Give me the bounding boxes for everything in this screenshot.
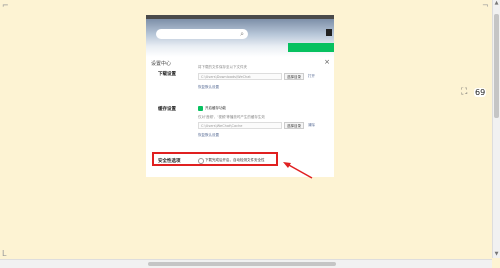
horizontal-scrollbar[interactable] bbox=[0, 259, 492, 268]
search-icon: ⌕ bbox=[240, 30, 244, 38]
cache-change-folder-button[interactable]: 选择目录 bbox=[284, 122, 304, 129]
cache-path-field[interactable]: C:\Users\WeChat\Cache bbox=[198, 122, 282, 129]
zoom-level: 69 bbox=[474, 88, 487, 97]
app-banner: ⌕ bbox=[146, 19, 334, 57]
download-hint: 将下载的文件保存至以下文件夹 bbox=[198, 65, 247, 69]
cache-hint: 仅对'音频'，'视频'等播放时产生的缓存生效 bbox=[198, 115, 265, 119]
cache-enable-checkbox[interactable] bbox=[198, 106, 203, 111]
corner-mark-top-left: ⌐ bbox=[2, 1, 9, 10]
cache-enable-label: 开启缓存功能 bbox=[205, 106, 226, 110]
close-icon[interactable]: × bbox=[324, 58, 330, 66]
corner-mark-top-right: ¬ bbox=[482, 1, 489, 10]
download-settings-label: 下载设置 bbox=[158, 72, 176, 77]
scroll-up-arrow[interactable]: ▲ bbox=[493, 0, 500, 7]
zoom-icon[interactable]: ⛶ bbox=[461, 87, 467, 97]
download-default-link[interactable]: 恢复默认设置 bbox=[198, 85, 219, 90]
highlight-box bbox=[152, 152, 278, 166]
settings-title: 设置中心 bbox=[151, 61, 172, 67]
download-change-folder-button[interactable]: 选择目录 bbox=[284, 73, 304, 80]
download-path-field[interactable]: C:\Users\Downloads\WeChat bbox=[198, 73, 282, 80]
app-badge-icon bbox=[326, 29, 332, 36]
cache-clear-link[interactable]: 清除 bbox=[308, 123, 315, 128]
green-action-button[interactable] bbox=[288, 43, 334, 52]
download-open-link[interactable]: 打开 bbox=[308, 74, 315, 79]
scroll-down-arrow[interactable]: ▼ bbox=[493, 251, 500, 258]
horizontal-scroll-thumb[interactable] bbox=[148, 262, 336, 266]
search-box[interactable]: ⌕ bbox=[156, 29, 248, 39]
cache-settings-label: 缓存设置 bbox=[158, 107, 176, 112]
cache-default-link[interactable]: 恢复默认设置 bbox=[198, 133, 219, 138]
vertical-scroll-thumb[interactable] bbox=[494, 14, 499, 118]
vertical-scrollbar[interactable]: ▲ ▼ bbox=[492, 0, 500, 258]
corner-mark-bottom-left: L bbox=[2, 249, 7, 258]
